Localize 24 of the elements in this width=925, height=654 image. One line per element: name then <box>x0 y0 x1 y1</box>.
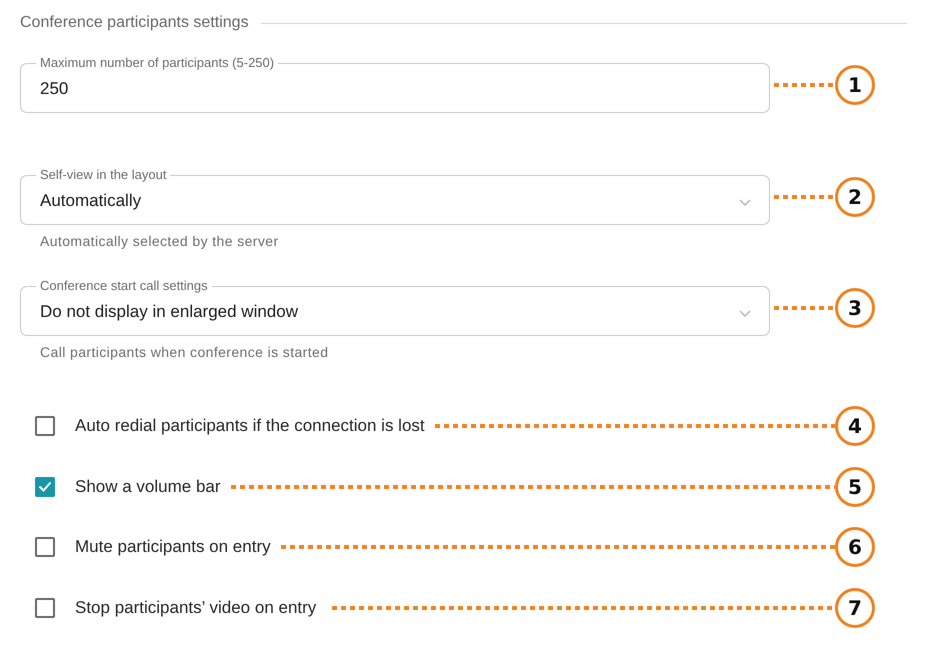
callout-number: 2 <box>835 176 875 216</box>
checkbox[interactable] <box>35 598 55 618</box>
callout-number: 1 <box>835 64 875 104</box>
number-field[interactable]: Maximum number of participants (5-250) 250 <box>20 56 770 113</box>
checkbox-label: Show a volume bar <box>75 476 221 497</box>
select-field[interactable]: Self-view in the layout Automatically <box>20 168 770 225</box>
checkmark-icon <box>38 481 52 492</box>
chevron-down-icon <box>739 199 751 207</box>
checkbox[interactable] <box>35 416 55 436</box>
callout-number: 6 <box>835 527 875 568</box>
checkbox[interactable] <box>35 537 55 558</box>
helper-text: Automatically selected by the server <box>40 233 280 249</box>
checkbox-label: Stop participants’ video on entry <box>75 598 316 618</box>
select-field[interactable]: Conference start call settings Do not display in enlarged window <box>20 279 770 336</box>
callout-number: 5 <box>835 466 875 507</box>
section-title: Conference participants settings <box>20 14 249 32</box>
helper-text: Call participants when conference is started <box>40 344 330 360</box>
checkbox[interactable] <box>35 476 55 497</box>
checkbox-label: Mute participants on entry <box>75 537 271 558</box>
callout-number: 4 <box>835 406 875 446</box>
chevron-down-icon <box>739 310 751 318</box>
callout-number: 7 <box>835 588 875 628</box>
callout-number: 3 <box>835 288 875 328</box>
checkbox-label: Auto redial participants if the connection is lost <box>75 416 425 436</box>
